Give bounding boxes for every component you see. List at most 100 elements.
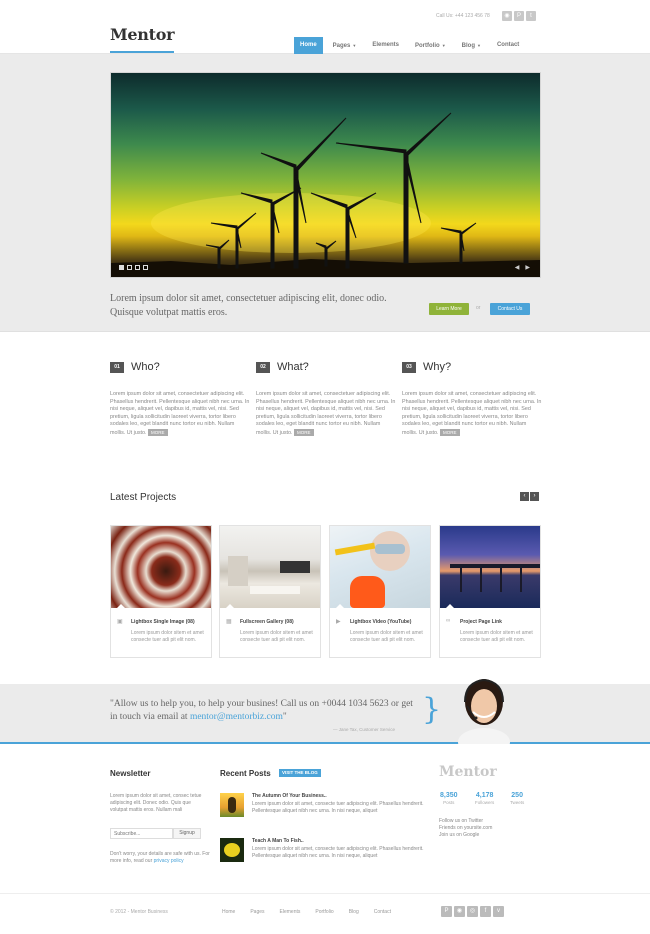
vimeo-icon[interactable]: v — [493, 906, 504, 917]
facebook-icon[interactable]: f — [480, 906, 491, 917]
nav-contact[interactable]: Contact — [491, 37, 525, 54]
post-title[interactable]: The Autumn Of Your Business.. — [252, 793, 327, 799]
follow-twitter-link[interactable]: Follow us on Twitter — [439, 818, 492, 825]
post-text: Lorem ipsum dolor sit amet, consecte tue… — [252, 846, 424, 859]
project-thumbnail[interactable] — [330, 526, 430, 608]
nav-home[interactable]: Home — [294, 37, 323, 54]
project-text: Lorem ipsum dolor sitem et amet consecte… — [460, 630, 533, 643]
project-name[interactable]: Project Page Link — [460, 619, 502, 625]
project-thumbnail[interactable] — [220, 526, 320, 608]
follow-site-link[interactable]: Friends on yoursite.com — [439, 825, 492, 832]
nav-pages[interactable]: Pages ▼ — [327, 37, 363, 54]
slider-dots — [119, 265, 148, 270]
chevron-right-icon[interactable]: ▶ — [525, 264, 530, 271]
slider-dot[interactable] — [143, 265, 148, 270]
logo[interactable]: Mentor — [110, 25, 175, 44]
privacy-policy-link[interactable]: privacy policy — [154, 858, 184, 864]
link-icon: ∞ — [446, 618, 451, 624]
chevron-left-icon[interactable]: ‹ — [520, 492, 529, 501]
pinterest-icon[interactable]: P — [441, 906, 452, 917]
nav-elements[interactable]: Elements — [366, 37, 405, 54]
wind-turbines-image — [111, 112, 540, 277]
twitter-icon[interactable]: t — [526, 11, 536, 21]
newsletter-text: Lorem ipsum dolor sit amet, consec tetue… — [110, 793, 202, 813]
rss-icon[interactable]: ◉ — [454, 906, 465, 917]
rss-icon[interactable]: ◉ — [502, 11, 512, 21]
follow-links: Follow us on Twitter Friends on yoursite… — [439, 818, 492, 839]
project-text: Lorem ipsum dolor sitem et amet consecte… — [350, 630, 423, 643]
thumb-notch — [446, 604, 454, 608]
footer-nav-pages[interactable]: Pages — [250, 909, 264, 915]
image-icon: ▣ — [117, 619, 123, 625]
project-name[interactable]: Lightbox Video (YouTube) — [350, 619, 411, 625]
post-item[interactable]: The Autumn Of Your Business.. Lorem ipsu… — [220, 793, 430, 823]
more-button[interactable]: MORE — [440, 428, 460, 436]
project-name[interactable]: Lightbox Single Image (08) — [131, 619, 195, 625]
hero-tagline: Lorem ipsum dolor sit amet, consectetuer… — [110, 293, 387, 318]
chevron-down-icon: ▼ — [477, 43, 481, 48]
image-slider[interactable]: ◀ ▶ — [110, 72, 541, 278]
chevron-down-icon: ▼ — [441, 43, 446, 48]
footer-nav: Home Pages Elements Portfolio Blog Conta… — [222, 909, 406, 915]
post-thumbnail[interactable] — [220, 793, 244, 817]
post-title[interactable]: Teach A Man To Fish.. — [252, 838, 304, 844]
thumb-notch — [336, 604, 344, 608]
social-links-top: ◉ P t — [502, 11, 536, 21]
slider-dot[interactable] — [119, 265, 124, 270]
slider-arrows: ◀ ▶ — [515, 264, 530, 271]
signup-button[interactable]: Signup — [173, 828, 201, 839]
slider-dot[interactable] — [135, 265, 140, 270]
quote-band: "Allow us to help you, to help your busi… — [0, 678, 650, 744]
main-nav: Home Pages ▼ Elements Portfolio ▼ Blog ▼ Co… — [294, 37, 529, 54]
nav-blog[interactable]: Blog ▼ — [456, 37, 487, 54]
feature-text: Lorem ipsum dolor sit amet, consectetuer… — [110, 391, 250, 436]
feature-number: 01 — [110, 361, 124, 373]
chevron-left-icon[interactable]: ◀ — [515, 264, 520, 271]
project-thumbnail[interactable] — [440, 526, 540, 608]
feature-why: 03 Why? Lorem ipsum dolor sit amet, conse… — [402, 361, 542, 437]
nav-portfolio[interactable]: Portfolio ▼ — [409, 37, 452, 54]
footer-nav-elements[interactable]: Elements — [280, 909, 301, 915]
feature-text: Lorem ipsum dolor sit amet, consectetuer… — [402, 391, 542, 436]
feature-text: Lorem ipsum dolor sit amet, consectetuer… — [256, 391, 396, 436]
project-thumbnail[interactable] — [111, 526, 211, 608]
project-text: Lorem ipsum dolor sitem et amet consecte… — [131, 630, 204, 643]
feature-title: Who? — [131, 361, 160, 373]
newsletter-note: Don't worry, your details are safe with … — [110, 851, 210, 864]
chevron-right-icon[interactable]: › — [530, 492, 539, 501]
project-card[interactable]: ▦ Fullscreen Gallery (08) Lorem ipsum do… — [219, 525, 321, 658]
post-text: Lorem ipsum dolor sit amet, consecte tue… — [252, 801, 424, 814]
post-item[interactable]: Teach A Man To Fish.. Lorem ipsum dolor … — [220, 838, 430, 868]
feature-title: Why? — [423, 361, 452, 373]
feature-what: 02 What? Lorem ipsum dolor sit amet, cons… — [256, 361, 396, 437]
project-card[interactable]: ▶ Lightbox Video (YouTube) Lorem ipsum d… — [329, 525, 431, 658]
post-thumbnail[interactable] — [220, 838, 244, 862]
pinterest-icon[interactable]: P — [514, 11, 524, 21]
footer-nav-contact[interactable]: Contact — [374, 909, 391, 915]
stat-tweets: 250 Tweets — [510, 792, 525, 805]
follow-google-link[interactable]: Join us on Google — [439, 832, 492, 839]
newsletter-email-input[interactable] — [110, 828, 173, 839]
slider-dot[interactable] — [127, 265, 132, 270]
footer-nav-home[interactable]: Home — [222, 909, 235, 915]
quote-author: — Jane Tax, Customer Service — [333, 727, 395, 732]
site-header: Mentor Call Us: +44 123 456 78 ◉ P t Hom… — [0, 0, 650, 54]
email-link[interactable]: mentor@mentorbiz.com — [190, 712, 283, 722]
call-us-text: Call Us: +44 123 456 78 — [436, 13, 490, 19]
footer-logo: Mentor — [439, 764, 497, 780]
dribbble-icon[interactable]: ◎ — [467, 906, 478, 917]
footer-nav-portfolio[interactable]: Portfolio — [315, 909, 333, 915]
more-button[interactable]: MORE — [294, 428, 314, 436]
latest-projects-title: Latest Projects — [110, 492, 177, 503]
visit-blog-badge[interactable]: VISIT THE BLOG — [279, 769, 321, 777]
more-button[interactable]: MORE — [148, 428, 168, 436]
project-name[interactable]: Fullscreen Gallery (08) — [240, 619, 294, 625]
project-card[interactable]: ∞ Project Page Link Lorem ipsum dolor si… — [439, 525, 541, 658]
contact-us-button[interactable]: Contact Us — [490, 303, 530, 315]
learn-more-button[interactable]: Learn More — [429, 303, 469, 315]
footer-nav-blog[interactable]: Blog — [349, 909, 359, 915]
stat-posts: 8,350 Posts — [440, 792, 458, 805]
social-links-bottom: P ◉ ◎ f v — [441, 906, 504, 917]
feature-number: 02 — [256, 361, 270, 373]
project-card[interactable]: ▣ Lightbox Single Image (08) Lorem ipsum… — [110, 525, 212, 658]
